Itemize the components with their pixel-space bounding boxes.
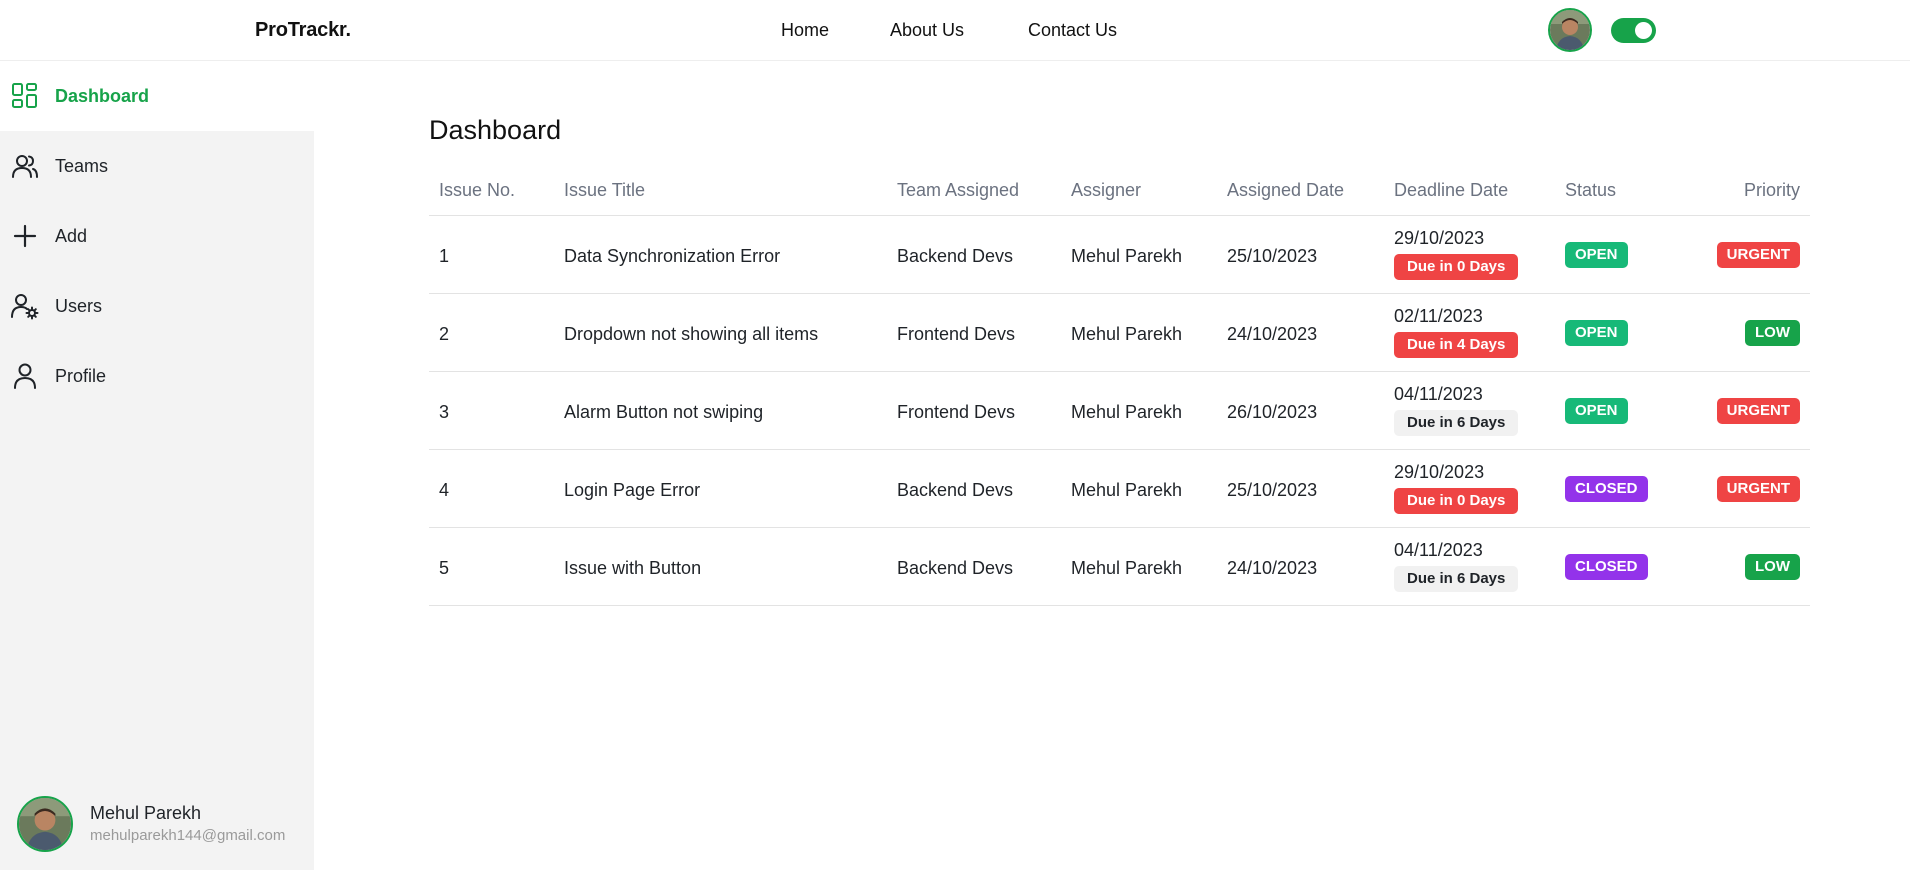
status-badge: OPEN <box>1565 398 1628 424</box>
column-header-status: Status <box>1565 180 1617 200</box>
cell-assigned-date: 25/10/2023 <box>1227 480 1318 500</box>
plus-icon <box>13 224 37 248</box>
sidebar-item-label: Users <box>55 295 103 316</box>
column-header-assigned-date: Assigned Date <box>1227 180 1345 200</box>
table-row[interactable]: 5 Issue with Button Backend Devs Mehul P… <box>429 528 1810 606</box>
sidebar-user-card[interactable]: Mehul Parekh mehulparekh144@gmail.com <box>17 796 307 856</box>
status-badge: OPEN <box>1565 320 1628 346</box>
due-badge: Due in 4 Days <box>1394 332 1519 358</box>
cell-assigner: Mehul Parekh <box>1071 324 1183 344</box>
cell-issue-title[interactable]: Login Page Error <box>564 480 700 501</box>
grid-icon <box>12 83 37 108</box>
cell-team: Frontend Devs <box>897 402 1016 422</box>
cell-issue-title[interactable]: Dropdown not showing all items <box>564 324 818 345</box>
table-row[interactable]: 2 Dropdown not showing all items Fronten… <box>429 294 1810 372</box>
cell-issue-title[interactable]: Issue with Button <box>564 558 701 579</box>
sidebar: Dashboard Teams Add Users Profile Mehul … <box>0 61 314 870</box>
avatar-photo-icon <box>1550 10 1590 50</box>
table-row[interactable]: 4 Login Page Error Backend Devs Mehul Pa… <box>429 450 1810 528</box>
status-badge: CLOSED <box>1565 554 1648 580</box>
due-badge: Due in 0 Days <box>1394 254 1519 280</box>
status-badge: OPEN <box>1565 242 1628 268</box>
brand-logo[interactable]: ProTrackr. <box>255 19 351 42</box>
sidebar-item-label: Dashboard <box>55 85 150 106</box>
sidebar-item-label: Add <box>55 225 88 246</box>
deadline-date: 29/10/2023 <box>1394 228 1485 248</box>
avatar <box>17 796 73 852</box>
deadline-date: 04/11/2023 <box>1394 540 1483 560</box>
priority-badge: URGENT <box>1716 398 1800 424</box>
cell-team: Backend Devs <box>897 558 1014 578</box>
nav-contact-link[interactable]: Contact Us <box>1028 20 1117 41</box>
cell-issue-no: 1 <box>439 246 450 266</box>
cell-assigner: Mehul Parekh <box>1071 246 1183 266</box>
sidebar-item-profile[interactable]: Profile <box>0 341 314 411</box>
cell-assigner: Mehul Parekh <box>1071 480 1183 500</box>
column-header-issue-title: Issue Title <box>564 180 646 200</box>
due-badge: Due in 0 Days <box>1394 488 1519 514</box>
cell-assigner: Mehul Parekh <box>1071 402 1183 422</box>
column-header-issue-no: Issue No. <box>439 180 516 200</box>
toggle-knob <box>1635 22 1652 39</box>
user-settings-icon <box>11 294 39 320</box>
cell-team: Backend Devs <box>897 480 1014 500</box>
theme-toggle[interactable] <box>1611 18 1656 43</box>
cell-issue-title[interactable]: Data Synchronization Error <box>564 246 780 267</box>
cell-deadline: 29/10/2023 Due in 0 Days <box>1394 462 1519 514</box>
deadline-date: 02/11/2023 <box>1394 306 1483 326</box>
nav-home-link[interactable]: Home <box>781 20 829 41</box>
nav-about-link[interactable]: About Us <box>890 20 964 41</box>
users-icon <box>12 155 38 178</box>
column-header-priority: Priority <box>1743 180 1800 200</box>
priority-badge: URGENT <box>1716 242 1800 268</box>
top-navbar: ProTrackr. Home About Us Contact Us <box>0 0 1910 61</box>
table-row[interactable]: 3 Alarm Button not swiping Frontend Devs… <box>429 372 1810 450</box>
deadline-date: 29/10/2023 <box>1394 462 1485 482</box>
cell-team: Frontend Devs <box>897 324 1016 344</box>
cell-assigned-date: 26/10/2023 <box>1227 402 1318 422</box>
avatar-photo-icon <box>19 798 71 850</box>
header-avatar[interactable] <box>1548 8 1592 52</box>
cell-assigner: Mehul Parekh <box>1071 558 1183 578</box>
column-header-deadline-date: Deadline Date <box>1394 180 1509 200</box>
user-email: mehulparekh144@gmail.com <box>90 827 286 844</box>
cell-issue-no: 4 <box>439 480 450 500</box>
cell-issue-no: 3 <box>439 402 450 422</box>
table-row[interactable]: 1 Data Synchronization Error Backend Dev… <box>429 216 1810 294</box>
cell-deadline: 29/10/2023 Due in 0 Days <box>1394 228 1519 280</box>
sidebar-item-label: Teams <box>55 155 109 176</box>
column-header-assigner: Assigner <box>1071 180 1142 200</box>
cell-assigned-date: 24/10/2023 <box>1227 324 1318 344</box>
deadline-date: 04/11/2023 <box>1394 384 1483 404</box>
issues-table: Issue No. Issue Title Team Assigned Assi… <box>429 165 1810 606</box>
priority-badge: LOW <box>1745 320 1800 346</box>
sidebar-item-users[interactable]: Users <box>0 271 314 341</box>
sidebar-item-add[interactable]: Add <box>0 201 314 271</box>
user-name: Mehul Parekh <box>90 803 202 823</box>
cell-issue-no: 2 <box>439 324 450 344</box>
cell-deadline: 04/11/2023 Due in 6 Days <box>1394 540 1519 592</box>
cell-issue-no: 5 <box>439 558 450 578</box>
cell-assigned-date: 24/10/2023 <box>1227 558 1318 578</box>
status-badge: CLOSED <box>1565 476 1648 502</box>
user-icon <box>14 363 36 389</box>
due-badge: Due in 6 Days <box>1394 566 1519 592</box>
sidebar-item-teams[interactable]: Teams <box>0 131 314 201</box>
cell-assigned-date: 25/10/2023 <box>1227 246 1318 266</box>
cell-team: Backend Devs <box>897 246 1014 266</box>
cell-deadline: 04/11/2023 Due in 6 Days <box>1394 384 1519 436</box>
priority-badge: LOW <box>1745 554 1800 580</box>
column-header-team-assigned: Team Assigned <box>897 180 1020 200</box>
due-badge: Due in 6 Days <box>1394 410 1519 436</box>
cell-deadline: 02/11/2023 Due in 4 Days <box>1394 306 1519 358</box>
sidebar-item-label: Profile <box>55 365 107 386</box>
priority-badge: URGENT <box>1716 476 1800 502</box>
table-header: Issue No. Issue Title Team Assigned Assi… <box>429 165 1810 216</box>
page-title: Dashboard <box>429 115 562 145</box>
cell-issue-title[interactable]: Alarm Button not swiping <box>564 402 763 423</box>
sidebar-item-dashboard[interactable]: Dashboard <box>0 61 314 131</box>
